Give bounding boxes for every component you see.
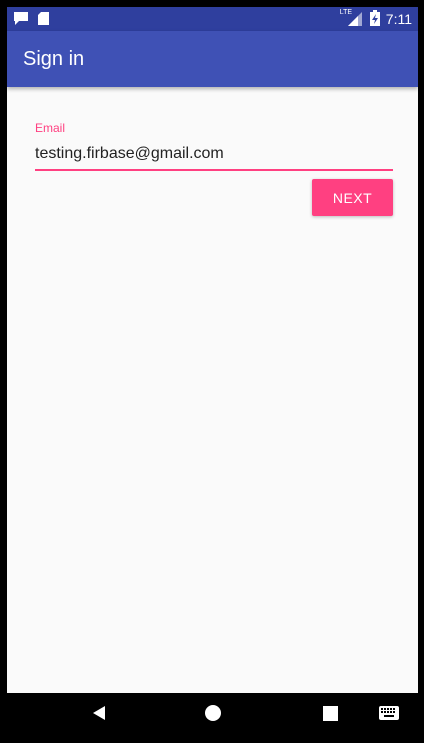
recents-button[interactable] <box>310 693 350 738</box>
back-icon <box>92 705 106 726</box>
navigation-bar <box>7 693 418 738</box>
sd-card-icon <box>37 11 50 31</box>
message-notification-icon <box>13 11 29 31</box>
battery-charging-icon <box>369 9 380 29</box>
page-title: Sign in <box>23 48 85 70</box>
status-bar: LTE 7:11 <box>7 7 418 31</box>
home-button[interactable] <box>193 693 233 738</box>
home-icon <box>204 704 222 727</box>
email-field-label: Email <box>35 121 66 135</box>
sign-in-form: Email NEXT <box>7 87 418 693</box>
phone-screen: LTE 7:11 Sign in Email NEXT <box>7 7 418 738</box>
email-field[interactable] <box>35 139 393 171</box>
keyboard-button[interactable] <box>369 693 409 738</box>
recents-icon <box>322 705 338 726</box>
app-bar: Sign in <box>7 31 418 87</box>
status-time: 7:11 <box>385 11 412 27</box>
back-button[interactable] <box>79 693 119 738</box>
signal-icon: LTE <box>340 9 364 27</box>
next-button[interactable]: NEXT <box>312 179 393 216</box>
status-left <box>13 11 50 31</box>
keyboard-icon <box>379 706 399 725</box>
status-right: LTE 7:11 <box>340 7 412 31</box>
